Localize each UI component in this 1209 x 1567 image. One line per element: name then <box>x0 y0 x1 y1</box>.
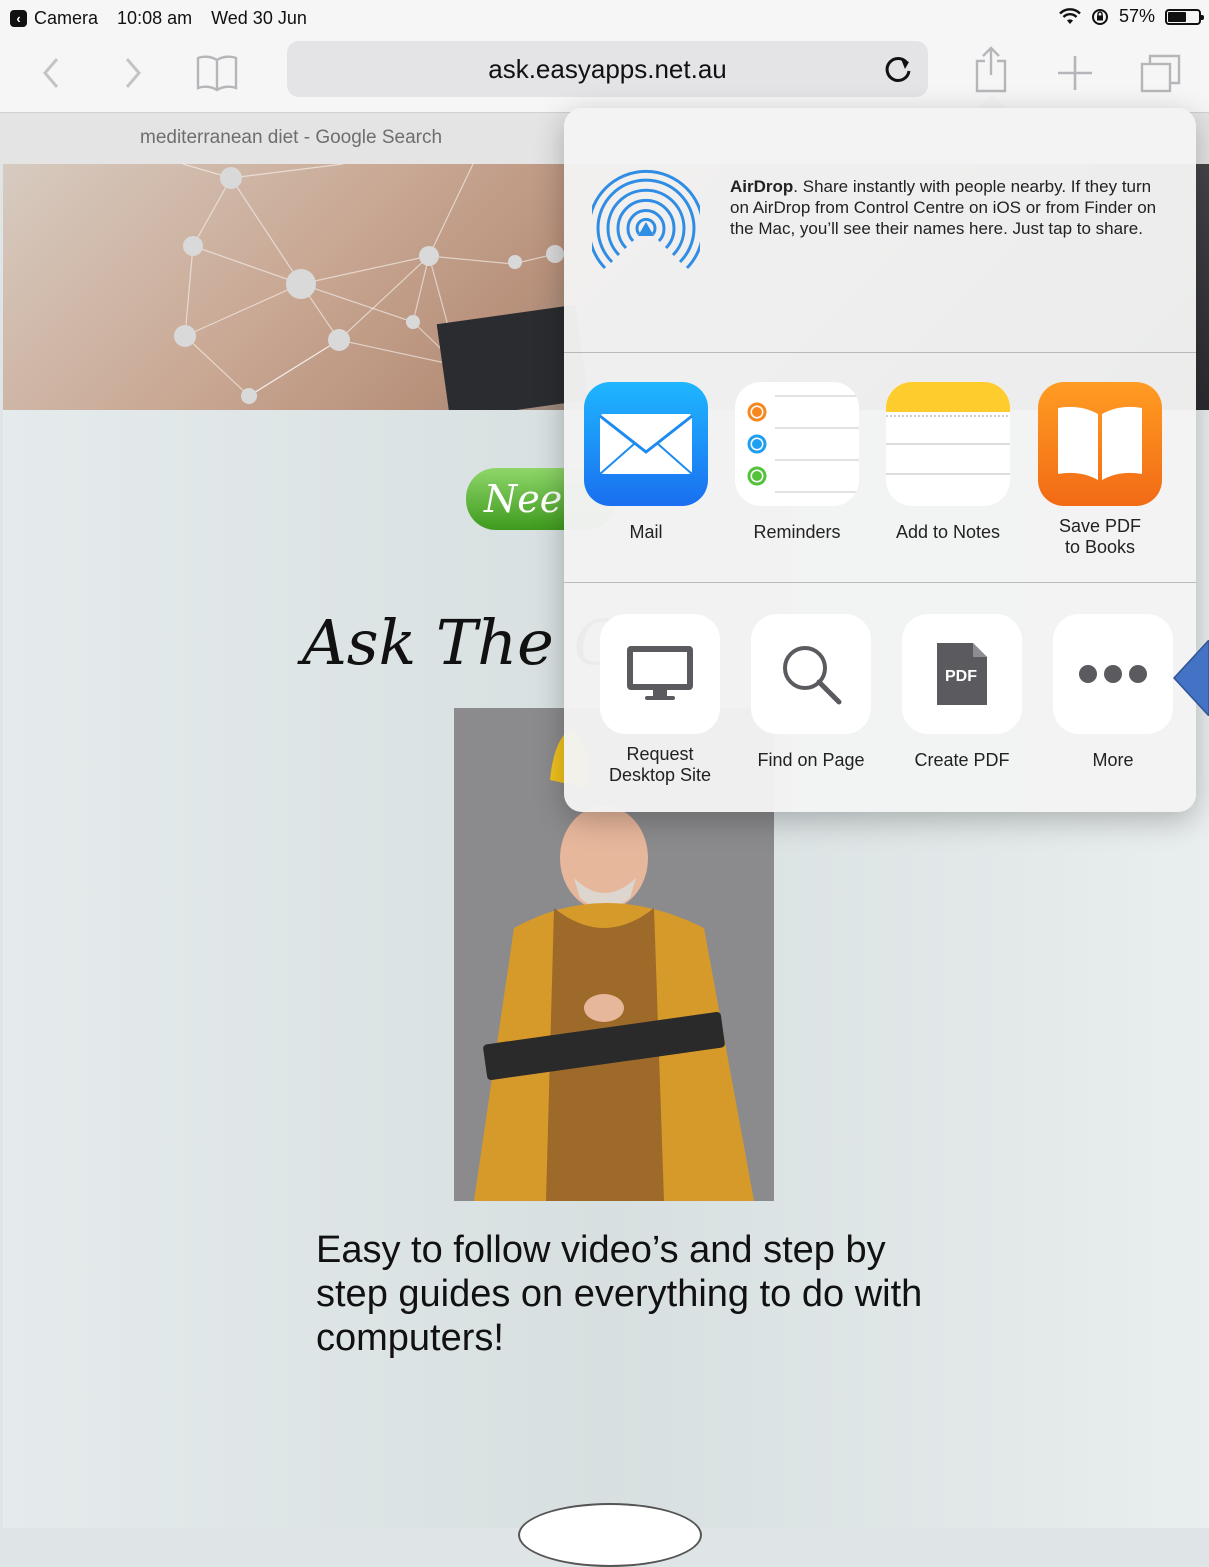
share-apps-row: Mail Reminders Add to Notes Save PDF to … <box>564 352 1196 583</box>
share-app-label: Reminders <box>753 522 841 542</box>
action-label: Create PDF <box>914 750 1010 770</box>
action-more[interactable]: More <box>1052 614 1174 771</box>
wifi-icon <box>1059 7 1081 24</box>
new-tab-plus-icon[interactable] <box>1050 48 1100 98</box>
books-icon <box>1038 382 1162 506</box>
forward-chevron-icon[interactable] <box>108 48 158 98</box>
mail-icon <box>584 382 708 506</box>
airdrop-label: AirDrop <box>730 177 794 196</box>
more-icon <box>1053 614 1173 734</box>
search-icon <box>751 614 871 734</box>
action-label: Request Desktop Site <box>608 744 712 785</box>
status-date: Wed 30 Jun <box>211 8 307 28</box>
share-app-label: Add to Notes <box>895 522 1001 542</box>
back-app-label[interactable]: Camera <box>34 8 98 28</box>
reminders-icon <box>735 382 859 506</box>
action-request-desktop-site[interactable]: Request Desktop Site <box>599 614 721 786</box>
action-label: More <box>1092 750 1134 770</box>
action-find-on-page[interactable]: Find on Page <box>750 614 872 771</box>
status-time: 10:08 am <box>117 8 193 28</box>
back-to-app-icon[interactable]: ‹ <box>10 10 27 27</box>
share-app-notes[interactable]: Add to Notes <box>886 382 1010 543</box>
browser-toolbar: ask.easyapps.net.au <box>0 36 1209 112</box>
address-bar[interactable]: ask.easyapps.net.au <box>287 41 928 97</box>
pdf-badge-text: PDF <box>945 668 977 685</box>
share-app-label: Mail <box>629 522 663 542</box>
airdrop-icon <box>592 169 700 270</box>
pdf-icon: PDF <box>902 614 1022 734</box>
reload-icon[interactable] <box>880 51 916 87</box>
notes-icon <box>886 382 1010 506</box>
url-text: ask.easyapps.net.au <box>488 54 727 84</box>
bookmarks-icon[interactable] <box>192 48 242 98</box>
share-sheet: AirDrop. Share instantly with people nea… <box>564 108 1196 812</box>
rotation-lock-icon <box>1091 8 1108 25</box>
bottom-tab-handle[interactable] <box>518 1503 702 1567</box>
tagline: Easy to follow video’s and step by step … <box>316 1229 923 1359</box>
status-left: Camera 10:08 am Wed 30 Jun <box>34 8 321 29</box>
battery-icon <box>1165 8 1204 25</box>
status-bar: ‹ Camera 10:08 am Wed 30 Jun 57% <box>0 0 1209 36</box>
desktop-icon <box>600 614 720 734</box>
tabs-overview-icon[interactable] <box>1136 48 1186 98</box>
share-icon[interactable] <box>966 44 1016 94</box>
pointer-arrow-icon <box>1172 640 1209 716</box>
battery-percent: 57% <box>1118 6 1155 26</box>
airdrop-help-text: . Share instantly with people nearby. If… <box>730 177 1157 238</box>
share-app-label: Save PDF to Books <box>1058 516 1142 557</box>
share-app-mail[interactable]: Mail <box>584 382 708 543</box>
share-app-books[interactable]: Save PDF to Books <box>1038 382 1162 558</box>
back-chevron-icon[interactable] <box>26 48 76 98</box>
action-create-pdf[interactable]: PDF Create PDF <box>901 614 1023 771</box>
share-actions-row: Request Desktop Site Find on Page PDF Cr… <box>564 582 1196 812</box>
action-label: Find on Page <box>757 750 865 770</box>
tab-google-search[interactable]: mediterranean diet - Google Search <box>140 127 442 149</box>
airdrop-description: AirDrop. Share instantly with people nea… <box>730 176 1170 239</box>
status-right: 57% <box>1059 6 1204 27</box>
airdrop-section[interactable]: AirDrop. Share instantly with people nea… <box>564 108 1196 353</box>
share-app-reminders[interactable]: Reminders <box>735 382 859 543</box>
